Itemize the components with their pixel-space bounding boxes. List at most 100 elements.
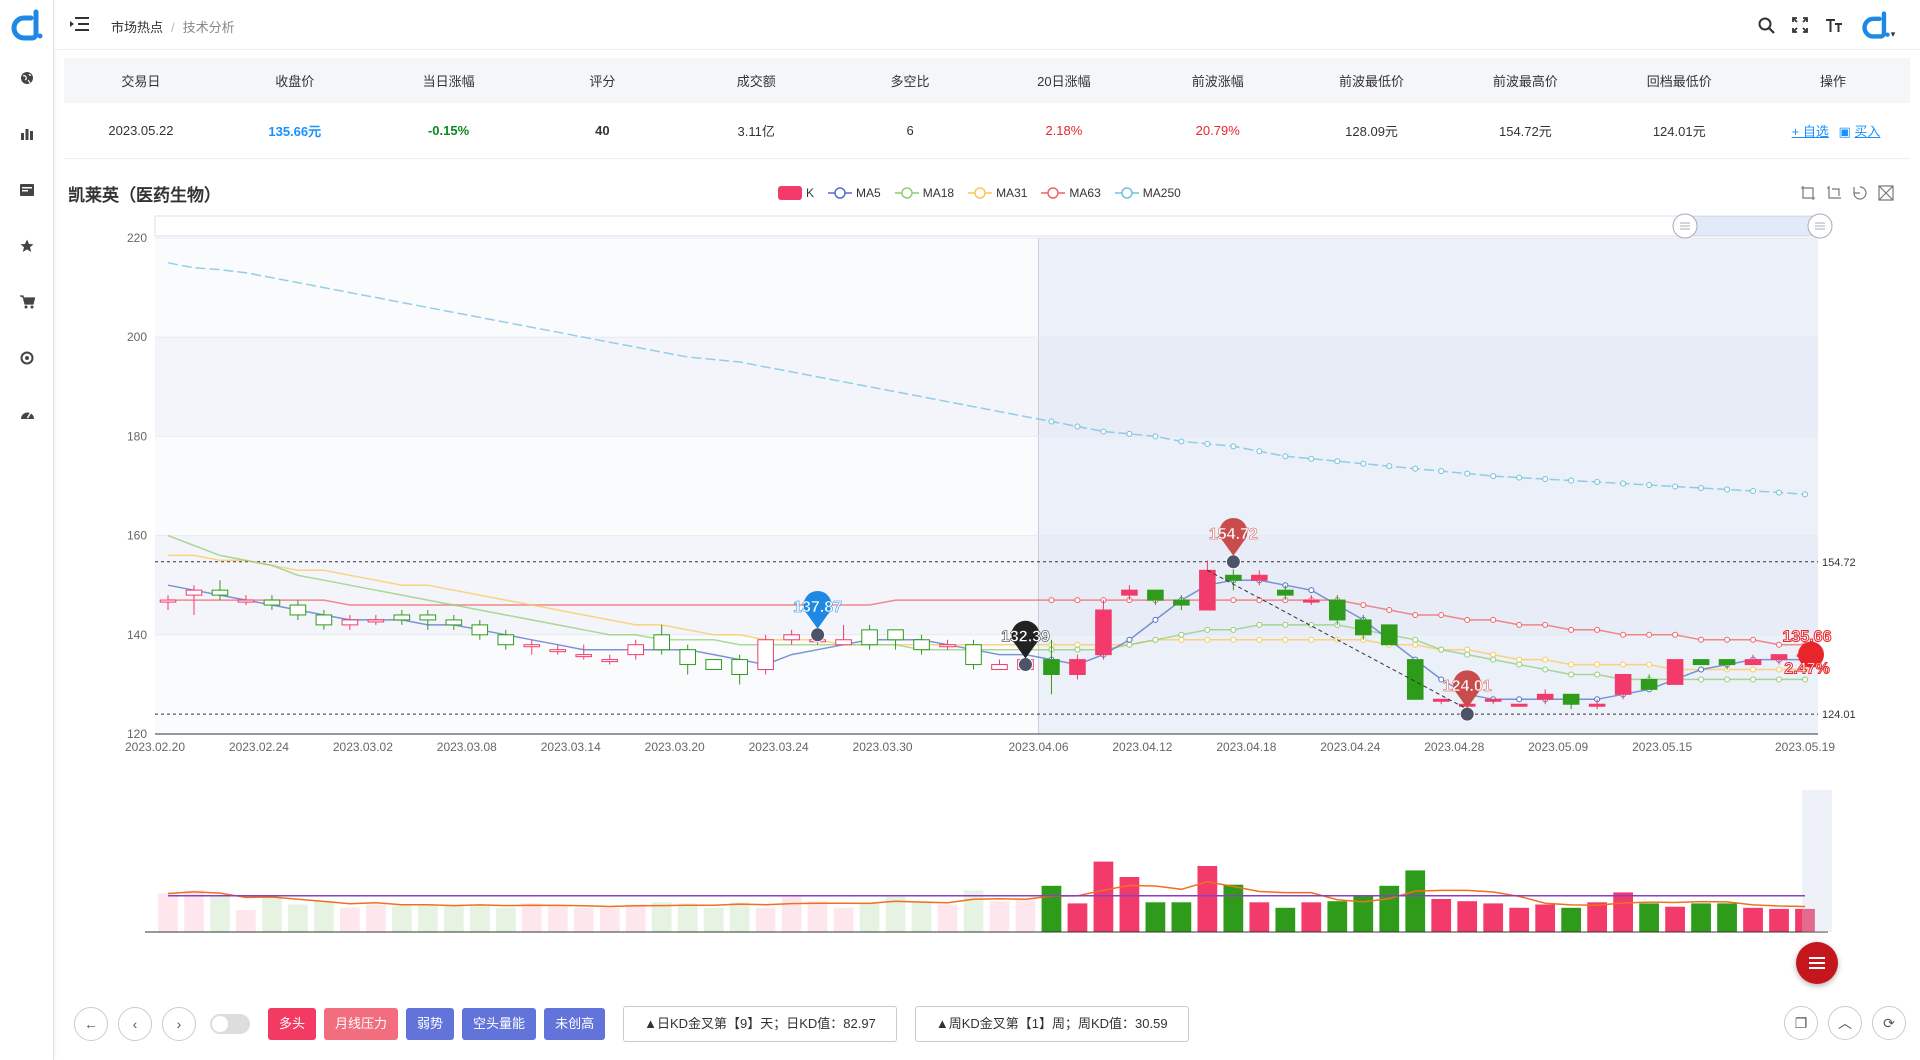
candle-body [939,644,956,648]
candle-body [471,624,489,636]
candle-body [497,634,515,646]
volume-bar [677,903,698,932]
volume-bar [262,895,282,932]
volume-bar [599,907,620,932]
kline-chart[interactable]: 220 200 180 160 140 1202023.02.20 2023.02.24 20… [0,0,1920,1000]
annotation-label: 132.39 [1001,629,1050,646]
status-tag[interactable]: 多头 [268,1008,317,1040]
next-button[interactable]: › [162,1007,196,1041]
ma18-line-point [1074,646,1081,653]
volume-bar [781,896,802,932]
ma250-line-point [1464,470,1471,477]
candle-body [1562,693,1580,705]
volume-bar [1223,884,1244,932]
ma18-line-point [1282,621,1289,628]
volume-bar [573,907,594,932]
candle-body [211,589,229,596]
ma31-line-point [1594,661,1601,668]
prev-button[interactable]: ‹ [118,1007,152,1041]
x-tick-label: 2023.03.30 [853,740,913,754]
candle-body [185,589,203,596]
volume-bar [859,903,880,932]
volume-bar [521,903,542,932]
candle-body [289,604,307,616]
candle-body [1536,693,1554,700]
candle-body [1484,698,1502,702]
candle-body [1354,619,1372,636]
back-button[interactable]: ← [74,1007,108,1041]
volume-bar [158,893,178,932]
datazoom-track [154,215,1819,237]
scroll-top-button[interactable]: ︿ [1828,1006,1862,1040]
ma63-line-point [1672,631,1679,638]
candle-body [1770,654,1788,661]
ma250-line-point [1100,428,1107,435]
candle-body [1666,659,1684,685]
volume-bar [963,890,984,932]
ma18-line-point [1464,651,1471,658]
volume-bar [1717,903,1737,932]
ma31-line-point [1308,636,1315,643]
ma63-line-point [1490,616,1497,623]
ma18-line-point [1126,641,1133,648]
ma31-line-point [1490,651,1497,658]
refresh-button[interactable]: ⟳ [1872,1006,1906,1040]
ma18-line-point [1438,646,1445,653]
bottom-toolbar: ← ‹ › 多头 月线压力 弱势 空头量能 未创高 ▲日KD金叉第【9】天；日KD值：8… [74,1006,1189,1042]
ma31-line-point [1464,646,1471,653]
status-tag[interactable]: 弱势 [406,1008,455,1040]
volume-bar [210,895,230,932]
status-tag[interactable]: 未创高 [544,1008,606,1040]
volume-bar [236,910,256,932]
x-tick-label: 2023.04.06 [1008,740,1068,754]
volume-bar [1483,903,1504,932]
ma250-line-point [1204,440,1211,447]
menu-fab-button[interactable] [1796,942,1838,984]
volume-bar [1301,902,1322,932]
candle-body [1303,599,1320,603]
candle-body [991,664,1008,671]
volume-bar [443,905,464,932]
candle-body [341,619,359,626]
ma31-line-point [1646,661,1653,668]
candle-body [1510,703,1528,707]
x-tick-label: 2023.02.24 [229,740,289,754]
ma250-line-point [1724,486,1731,493]
x-tick-label: 2023.03.24 [749,740,809,754]
x-tick-label: 2023.05.15 [1632,740,1692,754]
list-icon [1809,957,1825,969]
candle-body [913,639,930,651]
reference-line-label: 124.01 [1822,709,1856,721]
ma31-line-point [1620,661,1627,668]
ma250-line-point [1282,453,1289,460]
y-tick-label: 140 [127,628,147,642]
status-tag[interactable]: 月线压力 [324,1008,399,1040]
candle-body [1121,589,1138,596]
candle-body [1432,698,1450,702]
x-tick-label: 2023.04.12 [1112,740,1172,754]
ma250-line-point [1776,489,1783,496]
ma18-line-point [1490,656,1497,663]
pin-anchor [1459,706,1475,722]
ma250-line-point [1672,483,1679,490]
arrow-left-icon: ← [84,1016,98,1032]
ma18-line-point [1178,631,1185,638]
volume-bar [1015,899,1036,932]
mode-toggle[interactable] [210,1014,250,1034]
ma250-line-point [1568,477,1575,484]
copy-button[interactable]: ❐ [1784,1006,1818,1040]
ma18-line-point [1230,626,1237,633]
volume-bar [495,907,516,932]
chevron-left-icon: ‹ [132,1016,138,1032]
ma63-line-point [1750,636,1757,643]
volume-bar [911,901,932,932]
ma250-line-point [1490,473,1497,480]
status-tag[interactable]: 空头量能 [462,1008,537,1040]
volume-bar [1249,902,1270,932]
current-price-label: 135.66 [1783,629,1832,646]
ma250-line-point [1360,460,1367,467]
ma5-line-point [1308,587,1315,594]
y-tick-label: 220 [127,231,147,245]
candle-body [783,634,800,641]
ma63-line-point [1724,636,1731,643]
